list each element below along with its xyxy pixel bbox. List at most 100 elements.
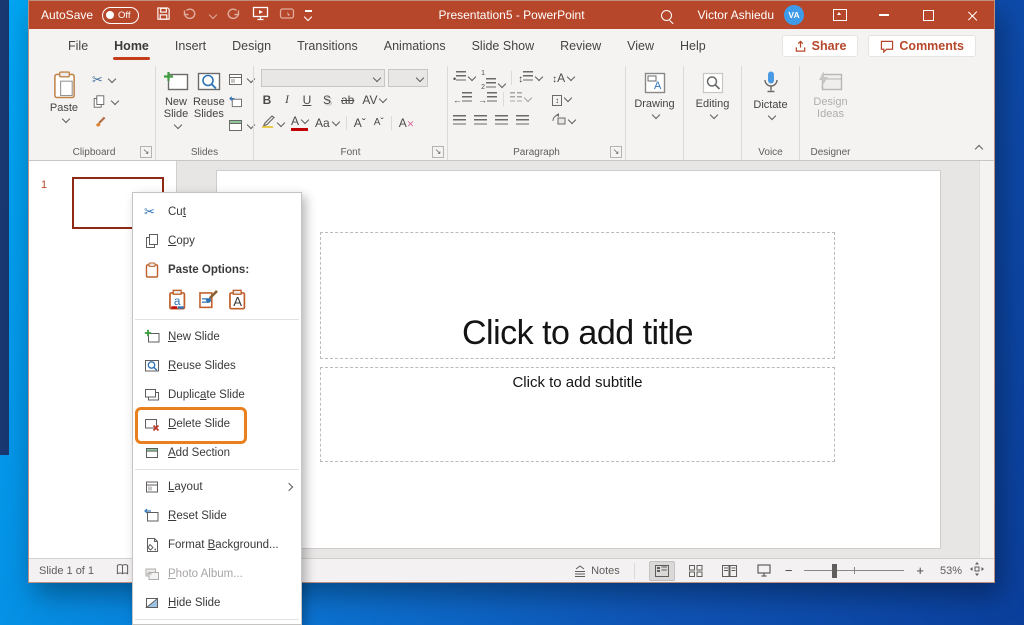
section-button[interactable] — [229, 117, 254, 133]
tab-transitions[interactable]: Transitions — [284, 29, 371, 63]
zoom-out-button[interactable]: − — [785, 563, 793, 578]
slide-layout-button[interactable] — [229, 71, 254, 87]
subtitle-placeholder[interactable]: Click to add subtitle — [320, 367, 835, 462]
clipboard-dialog-launcher[interactable]: ↘ — [140, 146, 152, 158]
change-case-button[interactable]: Aa — [315, 116, 339, 130]
tab-insert[interactable]: Insert — [162, 29, 219, 63]
paste-use-destination-theme-button[interactable]: a — [168, 289, 189, 313]
tab-file[interactable]: File — [55, 29, 101, 63]
close-button[interactable] — [950, 1, 994, 29]
tab-animations[interactable]: Animations — [371, 29, 459, 63]
highlight-color-button[interactable] — [261, 115, 284, 131]
paragraph-dialog-launcher[interactable]: ↘ — [610, 146, 622, 158]
align-right-button[interactable] — [495, 115, 508, 126]
menu-item-new-slide[interactable]: New Slide — [133, 322, 301, 351]
align-text-button[interactable]: ↕ — [552, 92, 571, 106]
paste-button[interactable]: Paste — [38, 68, 90, 134]
drawing-dropdown-icon[interactable] — [652, 111, 660, 119]
redo-icon[interactable] — [226, 7, 242, 24]
reading-view-button[interactable] — [717, 561, 743, 581]
clear-formatting-button[interactable]: A✕ — [399, 116, 415, 130]
editing-dropdown-icon[interactable] — [710, 111, 718, 119]
drawing-button[interactable]: A Drawing — [631, 68, 678, 120]
character-spacing-button[interactable]: AV — [362, 93, 386, 107]
avatar[interactable]: VA — [784, 5, 804, 25]
tab-slide-show[interactable]: Slide Show — [459, 29, 548, 63]
title-placeholder[interactable]: Click to add title — [320, 232, 835, 359]
reset-slide-button[interactable] — [229, 94, 254, 110]
presenter-mode-icon[interactable] — [279, 7, 295, 24]
editing-button[interactable]: Editing — [689, 68, 736, 120]
zoom-in-button[interactable]: + — [916, 563, 924, 578]
tab-review[interactable]: Review — [547, 29, 614, 63]
menu-item-paste-options[interactable]: Paste Options: — [133, 255, 301, 284]
text-shadow-button[interactable]: S — [321, 93, 333, 107]
tab-help[interactable]: Help — [667, 29, 719, 63]
format-painter-button[interactable] — [92, 115, 118, 131]
user-name[interactable]: Victor Ashiedu — [698, 8, 775, 22]
slide-show-view-button[interactable] — [751, 561, 777, 581]
maximize-button[interactable] — [906, 1, 950, 29]
collapse-ribbon-icon[interactable] — [975, 145, 983, 153]
menu-item-reset-slide[interactable]: Reset Slide — [133, 501, 301, 530]
tab-home[interactable]: Home — [101, 29, 162, 63]
slide-sorter-view-button[interactable] — [683, 561, 709, 581]
share-button[interactable]: Share — [782, 35, 859, 57]
reuse-slides-button[interactable]: Reuse Slides — [191, 68, 227, 136]
menu-item-cut[interactable]: ✂Cut — [133, 197, 301, 226]
new-slide-button[interactable]: New Slide — [161, 68, 191, 136]
italic-button[interactable]: I — [281, 92, 293, 107]
tab-view[interactable]: View — [614, 29, 667, 63]
underline-button[interactable]: U — [301, 93, 313, 107]
font-size-combobox[interactable] — [388, 69, 428, 87]
copy-dropdown-icon[interactable] — [111, 97, 119, 105]
undo-icon[interactable] — [181, 7, 197, 24]
normal-view-button[interactable] — [649, 561, 675, 581]
tab-design[interactable]: Design — [219, 29, 284, 63]
justify-button[interactable] — [516, 115, 529, 126]
menu-item-add-section[interactable]: Add Section — [133, 438, 301, 467]
copy-button[interactable] — [92, 93, 118, 109]
bullets-button[interactable]: • — [453, 71, 475, 85]
convert-to-smartart-button[interactable] — [552, 113, 575, 128]
notes-button[interactable]: Notes — [573, 565, 620, 577]
minimize-button[interactable] — [862, 1, 906, 29]
paste-keep-source-formatting-button[interactable] — [198, 289, 219, 313]
search-icon[interactable] — [661, 10, 672, 21]
zoom-slider-thumb[interactable] — [832, 564, 837, 578]
strikethrough-button[interactable]: ab — [341, 93, 354, 107]
decrease-font-size-button[interactable]: Aˇ — [374, 117, 384, 128]
save-icon[interactable] — [156, 6, 171, 24]
font-dialog-launcher[interactable]: ↘ — [432, 146, 444, 158]
cut-button[interactable]: ✂ — [92, 71, 118, 87]
align-left-button[interactable] — [453, 115, 466, 126]
cut-dropdown-icon[interactable] — [108, 75, 116, 83]
dictate-button[interactable]: Dictate — [747, 68, 794, 121]
menu-item-hide-slide[interactable]: Hide Slide — [133, 588, 301, 617]
increase-indent-button[interactable]: → — [478, 92, 497, 106]
menu-item-reuse-slides[interactable]: Reuse Slides — [133, 351, 301, 380]
line-spacing-button[interactable]: ↕ — [518, 71, 542, 85]
ribbon-display-options-button[interactable] — [818, 1, 862, 29]
numbering-button[interactable]: 12 — [481, 64, 505, 92]
bold-button[interactable]: B — [261, 93, 273, 107]
zoom-slider[interactable] — [804, 570, 904, 572]
zoom-level[interactable]: 53% — [932, 565, 962, 577]
start-slideshow-icon[interactable] — [252, 6, 269, 24]
menu-item-format-background[interactable]: Format Background... — [133, 530, 301, 559]
slide[interactable]: Click to add title Click to add subtitle — [217, 171, 940, 548]
font-color-button[interactable]: A — [291, 114, 308, 131]
menu-item-copy[interactable]: Copy — [133, 226, 301, 255]
increase-font-size-button[interactable]: Aˇ — [354, 116, 367, 130]
align-center-button[interactable] — [474, 115, 487, 126]
vertical-scrollbar[interactable] — [979, 161, 994, 558]
undo-dropdown-icon[interactable] — [208, 11, 216, 19]
new-slide-dropdown-icon[interactable] — [173, 121, 181, 129]
menu-item-delete-slide[interactable]: Delete Slide — [133, 409, 301, 438]
customize-qat-icon[interactable] — [305, 10, 312, 19]
menu-item-layout[interactable]: Layout — [133, 472, 301, 501]
dictate-dropdown-icon[interactable] — [768, 112, 776, 120]
columns-button[interactable] — [510, 92, 531, 106]
font-name-combobox[interactable] — [261, 69, 385, 87]
spell-check-button[interactable] — [116, 563, 129, 579]
